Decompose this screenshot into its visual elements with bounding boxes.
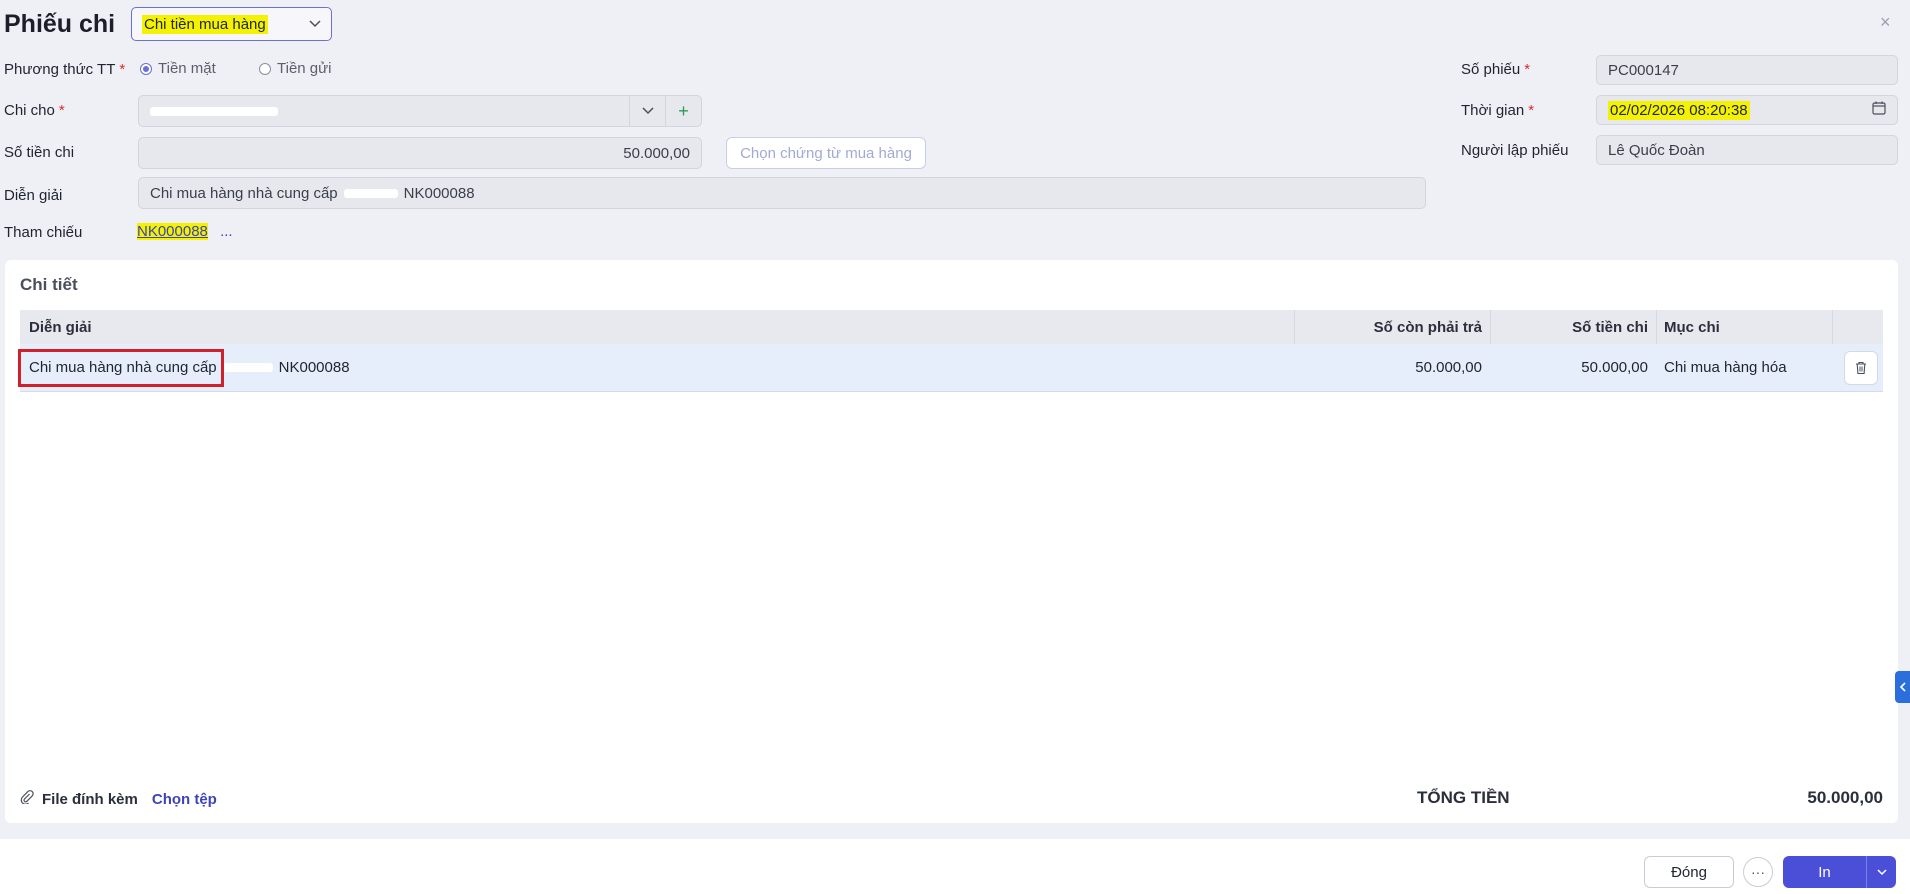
- radio-bank-dot[interactable]: [259, 62, 271, 75]
- attachment-row: File đính kèm Chọn tệp: [20, 790, 217, 808]
- detail-title: Chi tiết: [20, 275, 78, 294]
- radio-bank[interactable]: Tiền gửi: [259, 60, 332, 77]
- reference-links: NK000088 ...: [137, 223, 233, 240]
- side-panel-toggle[interactable]: [1895, 671, 1910, 703]
- row-description-suffix: NK000088: [278, 359, 350, 376]
- pay-to-combobox[interactable]: +: [138, 95, 702, 127]
- amount-label: Số tiền chi: [4, 144, 75, 161]
- detail-card: Chi tiết Diễn giải Số còn phải trả Số ti…: [5, 260, 1898, 823]
- creator-field[interactable]: Lê Quốc Đoàn: [1596, 135, 1898, 165]
- chevron-down-icon: [309, 18, 321, 30]
- chevron-left-icon: [1899, 682, 1906, 692]
- print-dropdown-button[interactable]: [1866, 856, 1896, 888]
- print-button[interactable]: In: [1783, 856, 1866, 888]
- trash-icon: [1856, 361, 1866, 375]
- amount-field[interactable]: 50.000,00: [138, 137, 702, 169]
- col-description: Diễn giải: [29, 318, 92, 336]
- selection-highlight-box: [18, 349, 224, 387]
- close-button[interactable]: Đóng: [1644, 856, 1734, 888]
- time-value: 02/02/2026 08:20:38: [1608, 100, 1750, 120]
- voucher-type-value: Chi tiền mua hàng: [142, 14, 268, 34]
- payment-method-label: Phương thức TT *: [4, 61, 126, 78]
- time-field[interactable]: 02/02/2026 08:20:38: [1596, 95, 1898, 125]
- voucher-no-label: Số phiếu *: [1461, 61, 1531, 78]
- total-label: TỔNG TIỀN: [1417, 788, 1510, 807]
- add-supplier-button[interactable]: +: [665, 96, 701, 126]
- reference-link[interactable]: NK000088: [137, 223, 208, 240]
- col-amount: Số tiền chi: [1572, 318, 1648, 336]
- time-label: Thời gian *: [1461, 102, 1535, 119]
- description-text-suffix: NK000088: [403, 184, 475, 202]
- reference-more-link[interactable]: ...: [220, 223, 233, 240]
- delete-row-button[interactable]: [1844, 351, 1878, 385]
- row-remaining: 50.000,00: [1415, 359, 1482, 376]
- print-button-group[interactable]: In: [1783, 856, 1896, 888]
- radio-cash-label: Tiền mặt: [158, 60, 216, 77]
- pay-to-value: [139, 103, 629, 120]
- row-amount[interactable]: 50.000,00: [1490, 344, 1656, 391]
- choose-purchase-doc-button[interactable]: Chọn chứng từ mua hàng: [726, 137, 926, 169]
- pay-to-label: Chi cho *: [4, 102, 65, 119]
- voucher-no-field[interactable]: PC000147: [1596, 55, 1898, 85]
- creator-value: Lê Quốc Đoàn: [1608, 141, 1705, 159]
- close-icon[interactable]: ×: [1880, 12, 1891, 32]
- detail-table-header: Diễn giải Số còn phải trả Số tiền chi Mụ…: [20, 310, 1883, 344]
- page-title: Phiếu chi: [4, 10, 116, 38]
- paperclip-icon: [20, 790, 34, 808]
- more-options-button[interactable]: ···: [1743, 857, 1773, 887]
- col-remaining: Số còn phải trả: [1373, 318, 1482, 336]
- description-input[interactable]: Chi mua hàng nhà cung cấp NK000088: [138, 177, 1426, 209]
- description-text-prefix: Chi mua hàng nhà cung cấp: [150, 184, 338, 202]
- creator-label: Người lập phiếu: [1461, 142, 1569, 159]
- radio-bank-label: Tiền gửi: [277, 60, 332, 77]
- calendar-icon[interactable]: [1872, 101, 1886, 119]
- attachment-label: File đính kèm: [42, 790, 138, 808]
- amount-value: 50.000,00: [623, 144, 690, 162]
- table-row[interactable]: Chi mua hàng nhà cung cấp NK000088 50.00…: [18, 344, 1883, 392]
- total-value: 50.000,00: [1807, 788, 1883, 807]
- chevron-down-icon[interactable]: [629, 96, 665, 126]
- chevron-down-icon: [1876, 868, 1887, 875]
- row-category[interactable]: Chi mua hàng hóa: [1664, 344, 1787, 391]
- description-label: Diễn giải: [4, 187, 63, 204]
- voucher-type-select[interactable]: Chi tiền mua hàng: [131, 7, 332, 41]
- col-category: Mục chi: [1664, 318, 1720, 336]
- voucher-no-value: PC000147: [1608, 61, 1679, 79]
- radio-cash[interactable]: Tiền mặt: [140, 60, 216, 77]
- choose-file-link[interactable]: Chọn tệp: [152, 791, 217, 808]
- reference-label: Tham chiếu: [4, 224, 83, 241]
- radio-cash-dot[interactable]: [140, 62, 152, 75]
